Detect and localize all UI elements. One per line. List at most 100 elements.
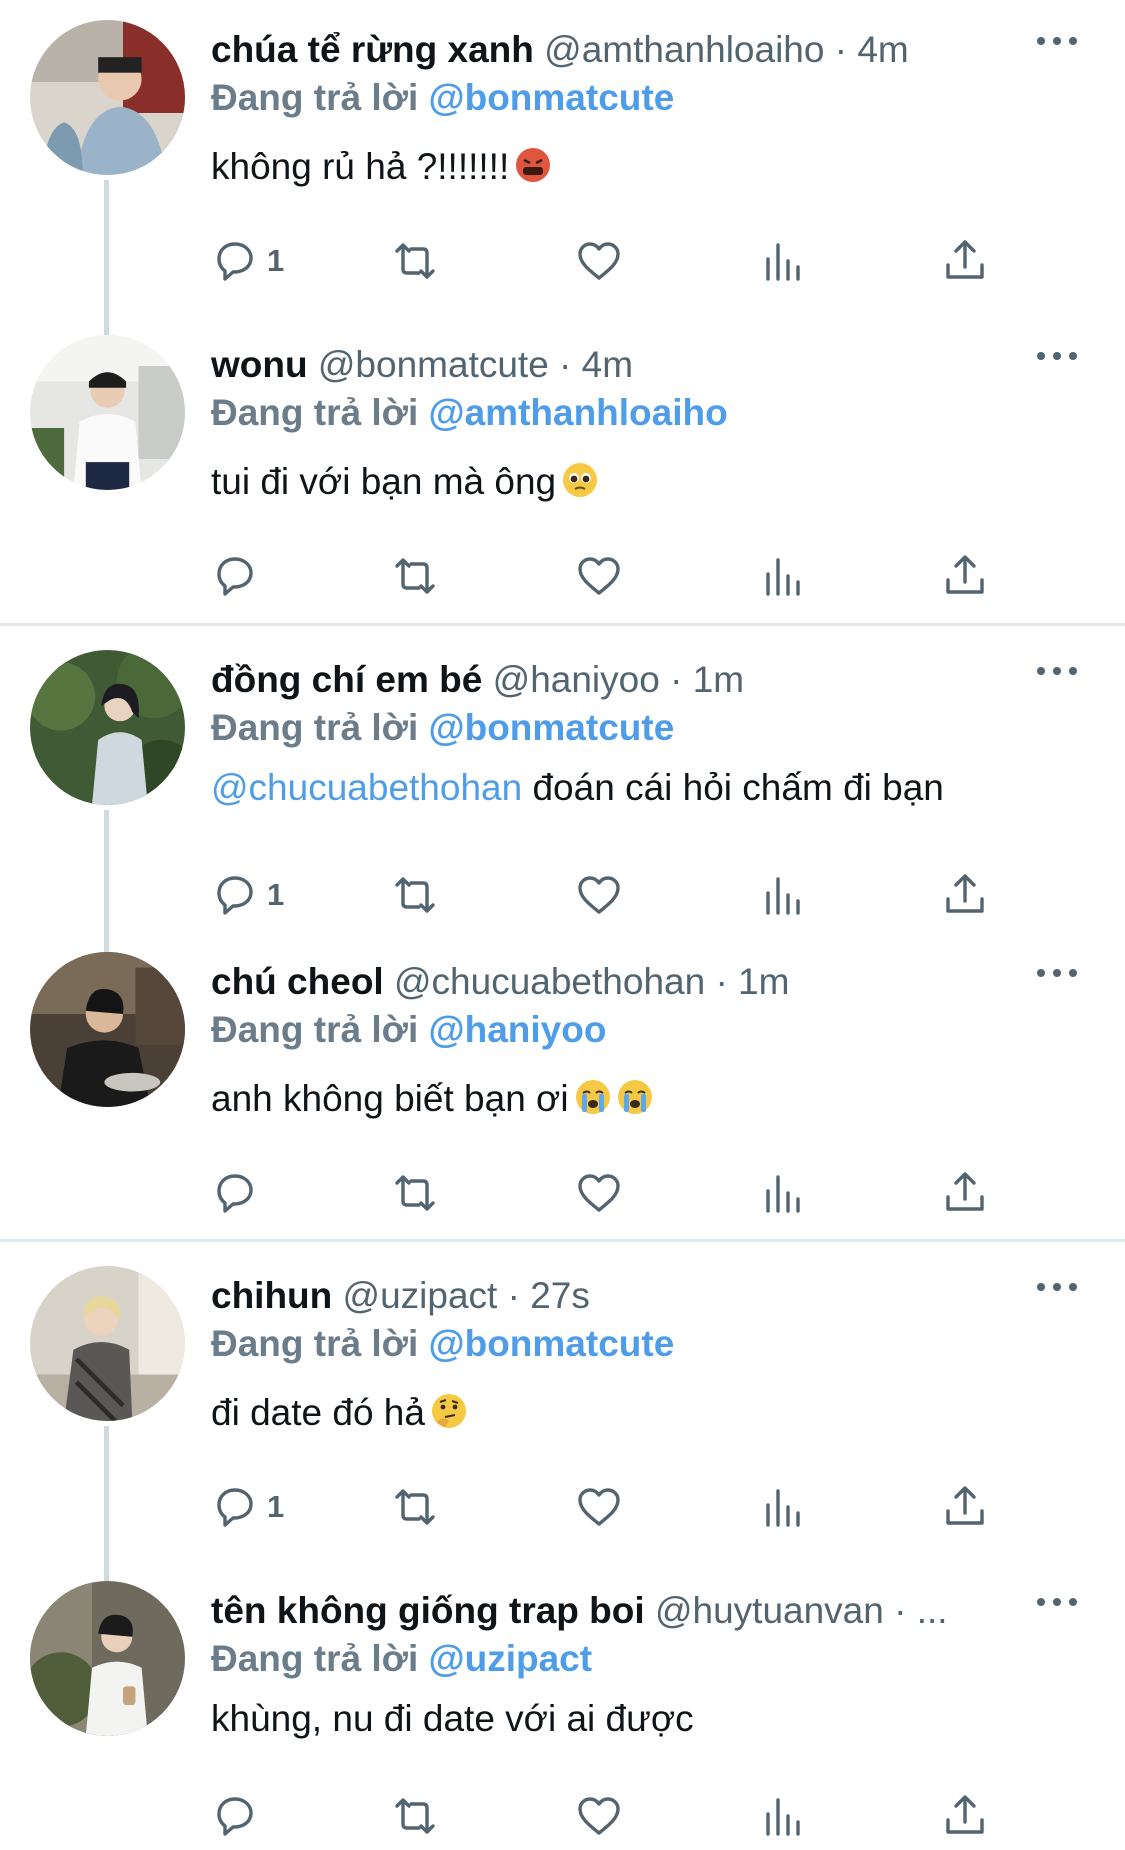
- avatar[interactable]: [30, 335, 185, 490]
- retweet-button[interactable]: [391, 870, 439, 920]
- more-options-icon[interactable]: [1033, 1587, 1081, 1617]
- tweet-text: đi date đó hả: [211, 1391, 467, 1435]
- views-button[interactable]: [759, 551, 807, 601]
- more-options-icon[interactable]: [1033, 958, 1081, 988]
- views-button[interactable]: [759, 1168, 807, 1218]
- reply-icon: [217, 1488, 253, 1527]
- like-button[interactable]: [575, 1168, 623, 1218]
- reply-count: 1: [267, 243, 285, 278]
- display-name[interactable]: đồng chí em bé: [211, 659, 482, 700]
- reply-handle-link[interactable]: @uzipact: [429, 1638, 593, 1679]
- display-name[interactable]: chihun: [211, 1275, 332, 1316]
- reply-button[interactable]: [211, 551, 267, 601]
- views-button[interactable]: [759, 870, 807, 920]
- retweet-button[interactable]: [391, 236, 439, 286]
- tweet-text: @chucuabethohan đoán cái hỏi chấm đi bạn: [211, 766, 944, 810]
- reply-handle-link[interactable]: @haniyoo: [429, 1009, 607, 1050]
- share-icon: [946, 1795, 984, 1834]
- thread-line: [104, 180, 109, 330]
- more-options-icon[interactable]: [1033, 1272, 1081, 1302]
- avatar[interactable]: [30, 1581, 185, 1736]
- share-button[interactable]: [941, 551, 989, 601]
- share-button[interactable]: [941, 236, 989, 286]
- reply-icon: [217, 557, 253, 596]
- views-button[interactable]: [759, 236, 807, 286]
- views-chart-icon: [766, 1489, 800, 1527]
- reply-handle-link[interactable]: @bonmatcute: [429, 1323, 675, 1364]
- share-icon: [946, 1172, 984, 1211]
- tweet[interactable]: chihun @uzipact · 27s Đang trả lời @bonm…: [0, 1246, 1125, 1571]
- views-button[interactable]: [759, 1791, 807, 1841]
- retweet-icon: [395, 877, 435, 913]
- share-button[interactable]: [941, 1791, 989, 1841]
- action-bar: [211, 1168, 1011, 1218]
- reply-button[interactable]: [211, 1791, 267, 1841]
- handle-time: @huytuanvan · ...: [654, 1590, 948, 1631]
- reply-handle-link[interactable]: @bonmatcute: [429, 707, 675, 748]
- crying-emoji-icon: [575, 1080, 610, 1114]
- like-button[interactable]: [575, 870, 623, 920]
- like-button[interactable]: [575, 1482, 623, 1532]
- reply-handle-link[interactable]: @bonmatcute: [429, 77, 675, 118]
- avatar[interactable]: [30, 650, 185, 805]
- reply-handle-link[interactable]: @amthanhloaiho: [429, 392, 728, 433]
- reply-button[interactable]: 1: [211, 1482, 284, 1532]
- angry-emoji-icon: [516, 148, 551, 182]
- display-name[interactable]: chú cheol: [211, 961, 384, 1002]
- more-options-icon[interactable]: [1033, 341, 1081, 371]
- like-button[interactable]: [575, 1791, 623, 1841]
- display-name[interactable]: chúa tể rừng xanh: [211, 29, 534, 70]
- action-bar: 1: [211, 1482, 1011, 1532]
- retweet-icon: [395, 1489, 435, 1525]
- retweet-button[interactable]: [391, 1168, 439, 1218]
- share-icon: [946, 555, 984, 594]
- thread-divider: [0, 623, 1125, 626]
- share-button[interactable]: [941, 1168, 989, 1218]
- replying-label: Đang trả lời: [211, 1323, 419, 1364]
- replying-label: Đang trả lời: [211, 77, 419, 118]
- heart-icon: [578, 1488, 620, 1526]
- action-bar: 1: [211, 236, 1011, 286]
- tweet-text-content: đi date đó hả: [211, 1392, 425, 1433]
- tweet-header: đồng chí em bé @haniyoo · 1m: [211, 658, 1041, 702]
- replying-to: Đang trả lời @haniyoo: [211, 1008, 606, 1052]
- reply-button[interactable]: [211, 1168, 267, 1218]
- retweet-button[interactable]: [391, 1791, 439, 1841]
- avatar[interactable]: [30, 952, 185, 1107]
- reply-button[interactable]: 1: [211, 870, 284, 920]
- replying-label: Đang trả lời: [211, 1009, 419, 1050]
- share-button[interactable]: [941, 1482, 989, 1532]
- handle-time: @bonmatcute · 4m: [317, 344, 634, 385]
- reply-button[interactable]: 1: [211, 236, 284, 286]
- more-options-icon[interactable]: [1033, 656, 1081, 686]
- tweet[interactable]: tên không giống trap boi @huytuanvan · .…: [0, 1561, 1125, 1850]
- mention-link[interactable]: @chucuabethohan: [211, 767, 522, 808]
- avatar[interactable]: [30, 20, 185, 175]
- replying-label: Đang trả lời: [211, 392, 419, 433]
- display-name[interactable]: wonu: [211, 344, 308, 385]
- thread-line: [104, 1561, 109, 1581]
- views-chart-icon: [766, 1175, 800, 1213]
- views-button[interactable]: [759, 1482, 807, 1532]
- action-bar: [211, 551, 1011, 601]
- display-name[interactable]: tên không giống trap boi: [211, 1590, 645, 1631]
- share-icon: [946, 874, 984, 913]
- more-options-icon[interactable]: [1033, 26, 1081, 56]
- tweet[interactable]: đồng chí em bé @haniyoo · 1m Đang trả lờ…: [0, 630, 1125, 955]
- avatar[interactable]: [30, 1266, 185, 1421]
- thinking-emoji-icon: [431, 1394, 466, 1428]
- retweet-button[interactable]: [391, 1482, 439, 1532]
- tweet[interactable]: chúa tể rừng xanh @amthanhloaiho · 4m Đa…: [0, 0, 1125, 330]
- reply-icon: [217, 1797, 253, 1836]
- like-button[interactable]: [575, 551, 623, 601]
- tweet-text-content: tui đi với bạn mà ông: [211, 461, 557, 502]
- share-icon: [946, 1486, 984, 1525]
- tweet[interactable]: chú cheol @chucuabethohan · 1m Đang trả …: [0, 932, 1125, 1237]
- tweet[interactable]: wonu @bonmatcute · 4m Đang trả lời @amth…: [0, 315, 1125, 620]
- action-bar: [211, 1791, 1011, 1841]
- pleading-emoji-icon: [563, 463, 598, 497]
- like-button[interactable]: [575, 236, 623, 286]
- tweet-text: không rủ hả ?!!!!!!!: [211, 145, 551, 189]
- retweet-button[interactable]: [391, 551, 439, 601]
- share-button[interactable]: [941, 870, 989, 920]
